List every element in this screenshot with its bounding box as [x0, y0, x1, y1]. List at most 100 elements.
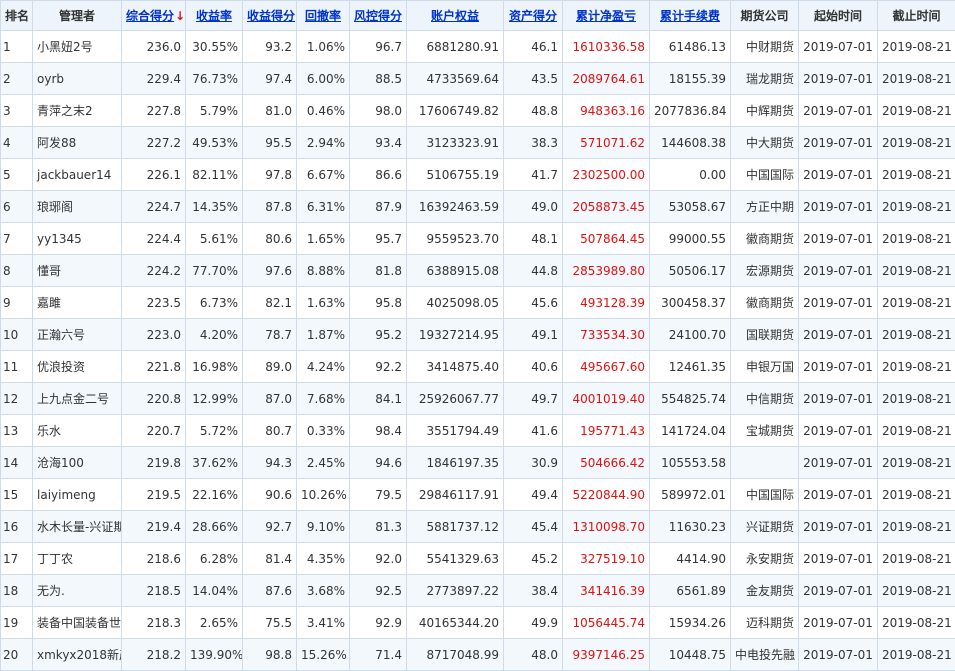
header-drawdown[interactable]: 回撤率 [297, 1, 350, 31]
table-row[interactable]: 18无为.218.514.04%87.63.68%92.52773897.223… [1, 575, 955, 607]
cell-return-rate: 4.20% [186, 319, 243, 351]
table-row[interactable]: 9嘉雎223.56.73%82.11.63%95.84025098.0545.6… [1, 287, 955, 319]
cell-total-score: 224.4 [122, 223, 186, 255]
table-header-row: 排名 管理者 综合得分↓ 收益率 收益得分 回撤率 风控得分 账户权益 资产得分… [1, 1, 955, 31]
cell-cum-fee: 12461.35 [650, 351, 731, 383]
cell-broker: 金友期货 [731, 575, 799, 607]
cell-end-date: 2019-08-21 [878, 415, 955, 447]
cell-broker: 中大期货 [731, 127, 799, 159]
cell-broker [731, 447, 799, 479]
cell-total-score: 226.1 [122, 159, 186, 191]
cell-return-rate: 6.73% [186, 287, 243, 319]
cell-manager: 懂哥 [33, 255, 122, 287]
cell-equity: 2773897.22 [407, 575, 504, 607]
header-return-score[interactable]: 收益得分 [243, 1, 297, 31]
cell-asset-score: 40.6 [504, 351, 563, 383]
table-row[interactable]: 16水木长量-兴证期219.428.66%92.79.10%81.3588173… [1, 511, 955, 543]
cell-return-rate: 76.73% [186, 63, 243, 95]
table-row[interactable]: 3青萍之末2227.85.79%81.00.46%98.017606749.82… [1, 95, 955, 127]
cell-rank: 1 [1, 31, 33, 63]
cell-broker: 中电投先融 [731, 639, 799, 671]
cell-cum-pnl: 495667.60 [563, 351, 650, 383]
cell-manager: 沧海100 [33, 447, 122, 479]
cell-drawdown: 9.10% [297, 511, 350, 543]
cell-return-rate: 22.16% [186, 479, 243, 511]
cell-cum-fee: 141724.04 [650, 415, 731, 447]
cell-cum-pnl: 2302500.00 [563, 159, 650, 191]
cell-rank: 15 [1, 479, 33, 511]
table-row[interactable]: 20xmkyx2018新产218.2139.90%98.815.26%71.48… [1, 639, 955, 671]
table-row[interactable]: 13乐水220.75.72%80.70.33%98.43551794.4941.… [1, 415, 955, 447]
cell-equity: 4733569.64 [407, 63, 504, 95]
header-return-rate[interactable]: 收益率 [186, 1, 243, 31]
header-asset-score[interactable]: 资产得分 [504, 1, 563, 31]
cell-equity: 5881737.12 [407, 511, 504, 543]
cell-cum-fee: 554825.74 [650, 383, 731, 415]
table-row[interactable]: 14沧海100219.837.62%94.32.45%94.61846197.3… [1, 447, 955, 479]
table-row[interactable]: 2oyrb229.476.73%97.46.00%88.54733569.644… [1, 63, 955, 95]
table-row[interactable]: 6琅琊阁224.714.35%87.86.31%87.916392463.594… [1, 191, 955, 223]
cell-return-score: 81.0 [243, 95, 297, 127]
cell-risk-score: 92.9 [350, 607, 407, 639]
cell-end-date: 2019-08-21 [878, 543, 955, 575]
table-row[interactable]: 5jackbauer14226.182.11%97.86.67%86.65106… [1, 159, 955, 191]
cell-asset-score: 44.8 [504, 255, 563, 287]
cell-drawdown: 10.26% [297, 479, 350, 511]
cell-return-score: 78.7 [243, 319, 297, 351]
cell-risk-score: 88.5 [350, 63, 407, 95]
cell-cum-fee: 144608.38 [650, 127, 731, 159]
table-row[interactable]: 11优浪投资221.816.98%89.04.24%92.23414875.40… [1, 351, 955, 383]
table-row[interactable]: 15laiyimeng219.522.16%90.610.26%79.52984… [1, 479, 955, 511]
cell-equity: 3414875.40 [407, 351, 504, 383]
cell-start-date: 2019-07-01 [799, 191, 878, 223]
cell-end-date: 2019-08-21 [878, 351, 955, 383]
cell-total-score: 218.6 [122, 543, 186, 575]
cell-cum-pnl: 1610336.58 [563, 31, 650, 63]
cell-cum-fee: 53058.67 [650, 191, 731, 223]
cell-cum-fee: 99000.55 [650, 223, 731, 255]
cell-risk-score: 79.5 [350, 479, 407, 511]
cell-manager: yy1345 [33, 223, 122, 255]
table-row[interactable]: 19装备中国装备世218.32.65%75.53.41%92.940165344… [1, 607, 955, 639]
cell-total-score: 218.3 [122, 607, 186, 639]
cell-rank: 19 [1, 607, 33, 639]
cell-broker: 中国国际 [731, 159, 799, 191]
header-total-score[interactable]: 综合得分↓ [122, 1, 186, 31]
cell-end-date: 2019-08-21 [878, 223, 955, 255]
cell-return-score: 87.6 [243, 575, 297, 607]
cell-rank: 20 [1, 639, 33, 671]
cell-manager: 乐水 [33, 415, 122, 447]
table-body: 1小黑妞2号236.030.55%93.21.06%96.76881280.91… [1, 31, 955, 671]
cell-rank: 7 [1, 223, 33, 255]
cell-equity: 3123323.91 [407, 127, 504, 159]
cell-rank: 9 [1, 287, 33, 319]
cell-equity: 6881280.91 [407, 31, 504, 63]
table-row[interactable]: 1小黑妞2号236.030.55%93.21.06%96.76881280.91… [1, 31, 955, 63]
header-cum-fee[interactable]: 累计手续费 [650, 1, 731, 31]
cell-return-score: 94.3 [243, 447, 297, 479]
cell-equity: 5541329.63 [407, 543, 504, 575]
table-row[interactable]: 10正瀚六号223.04.20%78.71.87%95.219327214.95… [1, 319, 955, 351]
table-row[interactable]: 12上九点金二号220.812.99%87.07.68%84.125926067… [1, 383, 955, 415]
cell-rank: 8 [1, 255, 33, 287]
cell-risk-score: 81.8 [350, 255, 407, 287]
table-row[interactable]: 4阿发88227.249.53%95.52.94%93.43123323.913… [1, 127, 955, 159]
cell-broker: 瑞龙期货 [731, 63, 799, 95]
cell-cum-fee: 4414.90 [650, 543, 731, 575]
cell-cum-pnl: 341416.39 [563, 575, 650, 607]
header-cum-pnl[interactable]: 累计净盈亏 [563, 1, 650, 31]
header-risk-score[interactable]: 风控得分 [350, 1, 407, 31]
cell-equity: 17606749.82 [407, 95, 504, 127]
cell-rank: 2 [1, 63, 33, 95]
header-rank: 排名 [1, 1, 33, 31]
table-row[interactable]: 8懂哥224.277.70%97.68.88%81.86388915.0844.… [1, 255, 955, 287]
table-row[interactable]: 7yy1345224.45.61%80.61.65%95.79559523.70… [1, 223, 955, 255]
cell-equity: 29846117.91 [407, 479, 504, 511]
cell-return-rate: 2.65% [186, 607, 243, 639]
cell-asset-score: 49.9 [504, 607, 563, 639]
cell-manager: xmkyx2018新产 [33, 639, 122, 671]
cell-total-score: 229.4 [122, 63, 186, 95]
cell-end-date: 2019-08-21 [878, 63, 955, 95]
header-equity[interactable]: 账户权益 [407, 1, 504, 31]
table-row[interactable]: 17丁丁农218.66.28%81.44.35%92.05541329.6345… [1, 543, 955, 575]
